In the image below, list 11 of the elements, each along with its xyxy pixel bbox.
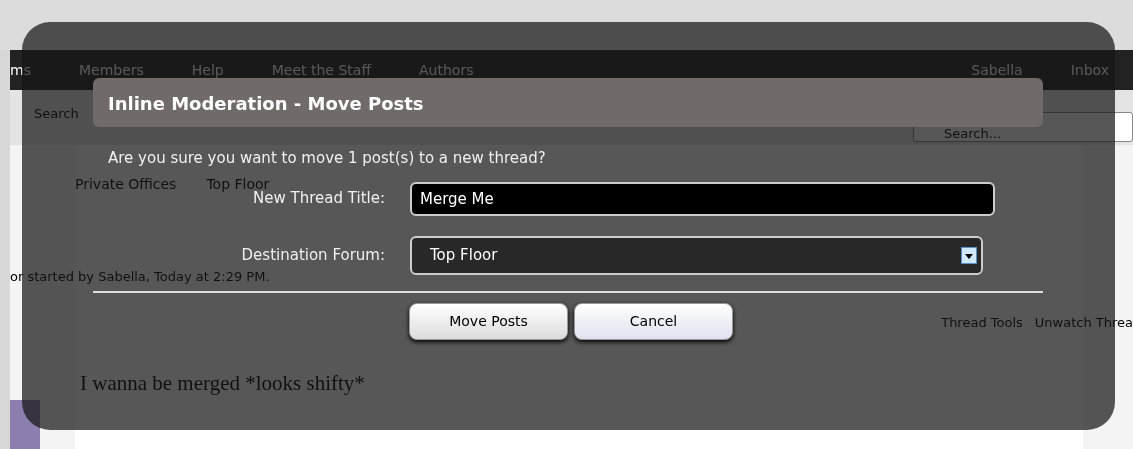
post-text: I wanna be merged *looks shifty* <box>79 370 366 397</box>
cancel-button[interactable]: Cancel <box>574 302 733 340</box>
field-label: New Thread Title: <box>252 189 385 210</box>
dialog-title: Inline Moderation - Move Posts <box>93 78 1043 127</box>
forum-select[interactable]: Top Floor <box>410 235 983 275</box>
search-label: Search <box>34 105 79 123</box>
confirm-question: Are you sure you want to move 1 post(s) to a new thread? <box>108 148 547 169</box>
title-input-field[interactable]: Merge Me <box>410 181 995 216</box>
move-posts-button[interactable]: Move Posts <box>409 302 568 340</box>
select-value: Top Floor <box>430 244 498 266</box>
field-label: Destination Forum: <box>240 244 385 266</box>
